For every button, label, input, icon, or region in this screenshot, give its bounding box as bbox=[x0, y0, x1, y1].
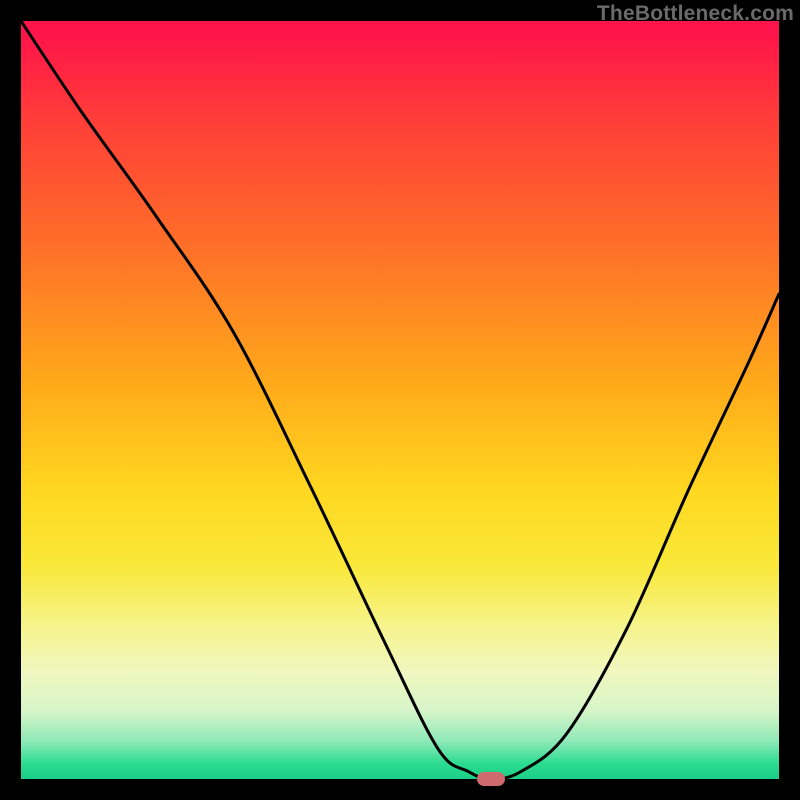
watermark-text: TheBottleneck.com bbox=[597, 2, 794, 26]
optimal-marker bbox=[477, 772, 505, 786]
bottleneck-curve bbox=[21, 21, 779, 779]
chart-frame: TheBottleneck.com bbox=[0, 0, 800, 800]
plot-area bbox=[21, 21, 779, 779]
